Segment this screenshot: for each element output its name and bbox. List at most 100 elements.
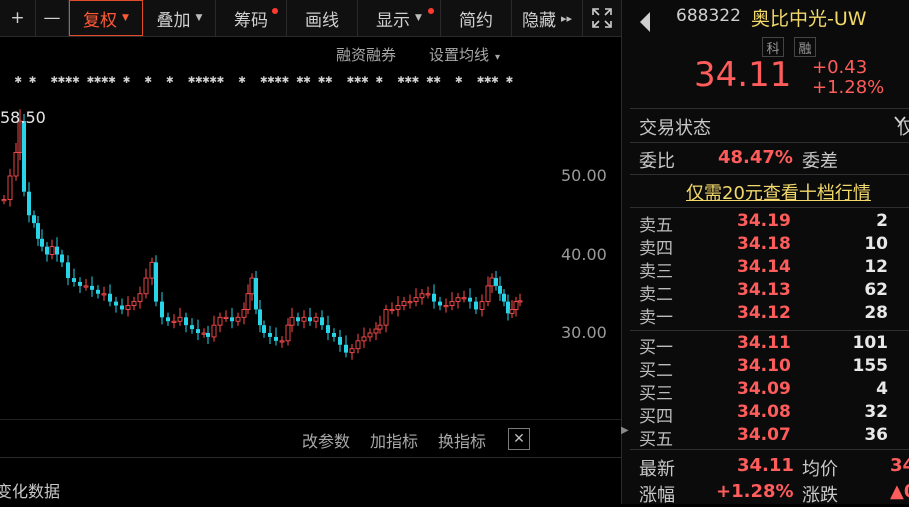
switch-indicator-button[interactable]: 换指标 bbox=[438, 428, 486, 452]
level-qty: 62 bbox=[864, 280, 888, 300]
candle-body bbox=[479, 301, 485, 310]
candle-body bbox=[137, 293, 143, 303]
candle-body bbox=[419, 293, 425, 299]
candle-body bbox=[485, 285, 491, 303]
avg-price-label: 均价 bbox=[802, 459, 838, 480]
candle-body bbox=[114, 301, 118, 306]
chevron-down-icon[interactable] bbox=[893, 113, 909, 137]
close-icon: ✕ bbox=[513, 431, 525, 447]
candle-body bbox=[332, 333, 336, 337]
candle-body bbox=[517, 300, 523, 303]
level-label: 买四 bbox=[639, 407, 673, 427]
avg-price-value: 34 bbox=[890, 455, 909, 476]
ask-row[interactable]: 卖一 34.12 28 bbox=[630, 303, 909, 328]
zoom-out-button[interactable]: — bbox=[36, 0, 69, 36]
ask-row[interactable]: 卖四 34.18 10 bbox=[630, 234, 909, 259]
level-qty: 2 bbox=[876, 211, 888, 231]
display-dropdown[interactable]: 显示 ▼ bbox=[358, 0, 441, 36]
candle-body bbox=[108, 293, 112, 302]
candle-body bbox=[296, 317, 300, 322]
zoom-in-button[interactable]: + bbox=[0, 0, 36, 36]
level-label: 卖五 bbox=[639, 216, 673, 236]
level-price: 34.19 bbox=[737, 211, 791, 231]
hide-button[interactable]: 隐藏 ▸▸ bbox=[512, 0, 583, 36]
plus-icon: + bbox=[10, 8, 25, 28]
candle-body bbox=[344, 344, 348, 353]
candle-body bbox=[383, 308, 389, 326]
margin-tag: 融 bbox=[794, 37, 816, 57]
notification-dot bbox=[272, 8, 278, 14]
y-tick-label: 30.00 bbox=[561, 323, 607, 342]
bid-row[interactable]: 买一 34.11 101 bbox=[630, 333, 909, 358]
change-data-label: 变化数据 bbox=[0, 482, 60, 501]
candle-body bbox=[60, 254, 64, 263]
candle-body bbox=[83, 285, 89, 288]
edit-params-button[interactable]: 改参数 bbox=[302, 428, 350, 452]
candle-body bbox=[230, 317, 234, 322]
candle-body bbox=[455, 297, 461, 303]
candle-body bbox=[223, 316, 229, 319]
level-label: 卖三 bbox=[639, 262, 673, 282]
set-ma-link[interactable]: 设置均线 ▾ bbox=[429, 44, 500, 65]
candle-body bbox=[449, 301, 455, 306]
candlestick-chart[interactable] bbox=[0, 96, 621, 366]
caret-down-icon: ▼ bbox=[415, 13, 422, 23]
level-label: 买三 bbox=[639, 384, 673, 404]
ask-row[interactable]: 卖二 34.13 62 bbox=[630, 280, 909, 305]
level-qty: 12 bbox=[864, 257, 888, 277]
pct-change-value: +1.28% bbox=[716, 481, 794, 502]
stock-name: 奥比中光-UW bbox=[751, 8, 867, 30]
ask-row[interactable]: 卖三 34.14 12 bbox=[630, 257, 909, 282]
caret-down-icon: ▼ bbox=[195, 13, 203, 23]
candle-body bbox=[432, 293, 436, 302]
candle-body bbox=[160, 301, 164, 318]
candle-body bbox=[289, 316, 295, 326]
candle-body bbox=[13, 152, 19, 177]
candle-body bbox=[279, 340, 285, 343]
pct-change-label: 涨幅 bbox=[639, 485, 675, 506]
level-qty: 10 bbox=[864, 234, 888, 254]
bid-row[interactable]: 买三 34.09 4 bbox=[630, 379, 909, 404]
candle-body bbox=[78, 281, 82, 286]
candle-body bbox=[407, 301, 413, 304]
simple-mode-button[interactable]: 简约 bbox=[441, 0, 512, 36]
draw-line-button[interactable]: 画线 bbox=[287, 0, 358, 36]
level-price: 34.07 bbox=[737, 425, 791, 445]
close-indicator-button[interactable]: ✕ bbox=[508, 428, 530, 450]
candle-body bbox=[241, 308, 247, 318]
last-price-label: 最新 bbox=[639, 459, 675, 480]
level-label: 买五 bbox=[639, 430, 673, 450]
candle-body bbox=[377, 324, 383, 330]
candle-body bbox=[125, 305, 131, 310]
collapse-arrow-icon[interactable]: ▶ bbox=[621, 425, 629, 436]
fuquan-dropdown[interactable]: 复权 ▼ bbox=[69, 0, 143, 36]
stock-code: 688322 bbox=[676, 6, 741, 26]
candle-body bbox=[338, 336, 342, 345]
fullscreen-button[interactable] bbox=[583, 0, 621, 36]
ten-level-promo-link[interactable]: 仅需20元查看十档行情 bbox=[686, 179, 871, 205]
chips-button[interactable]: 筹码 bbox=[216, 0, 287, 36]
candle-body bbox=[498, 285, 502, 294]
candle-body bbox=[36, 223, 40, 239]
margin-trading-link[interactable]: 融资融券 bbox=[336, 44, 396, 65]
candle-body bbox=[494, 278, 498, 286]
candle-body bbox=[27, 191, 31, 216]
current-price: 34.11 bbox=[694, 55, 792, 95]
candle-body bbox=[254, 278, 258, 310]
y-tick-label: 50.00 bbox=[561, 166, 607, 185]
event-markers[interactable]: ✱ ✱ ✱✱✱✱ ✱✱✱✱ ✱ ✱ ✱ ✱✱✱✱✱ ✱ ✱✱✱✱ ✱✱ ✱✱ ✱… bbox=[0, 72, 540, 92]
ask-row[interactable]: 卖五 34.19 2 bbox=[630, 211, 909, 236]
bid-row[interactable]: 买四 34.08 32 bbox=[630, 402, 909, 427]
weibi-label: 委比 bbox=[639, 151, 675, 172]
back-arrow-icon[interactable] bbox=[638, 10, 652, 34]
candle-body bbox=[206, 333, 210, 337]
fullscreen-icon bbox=[592, 8, 612, 28]
add-indicator-button[interactable]: 加指标 bbox=[370, 428, 418, 452]
candle-body bbox=[395, 305, 401, 310]
candle-body bbox=[235, 316, 241, 322]
candle-body bbox=[55, 246, 59, 255]
overlay-dropdown[interactable]: 叠加 ▼ bbox=[144, 0, 216, 36]
level-qty: 28 bbox=[864, 303, 888, 323]
bid-row[interactable]: 买五 34.07 36 bbox=[630, 425, 909, 450]
bid-row[interactable]: 买二 34.10 155 bbox=[630, 356, 909, 381]
